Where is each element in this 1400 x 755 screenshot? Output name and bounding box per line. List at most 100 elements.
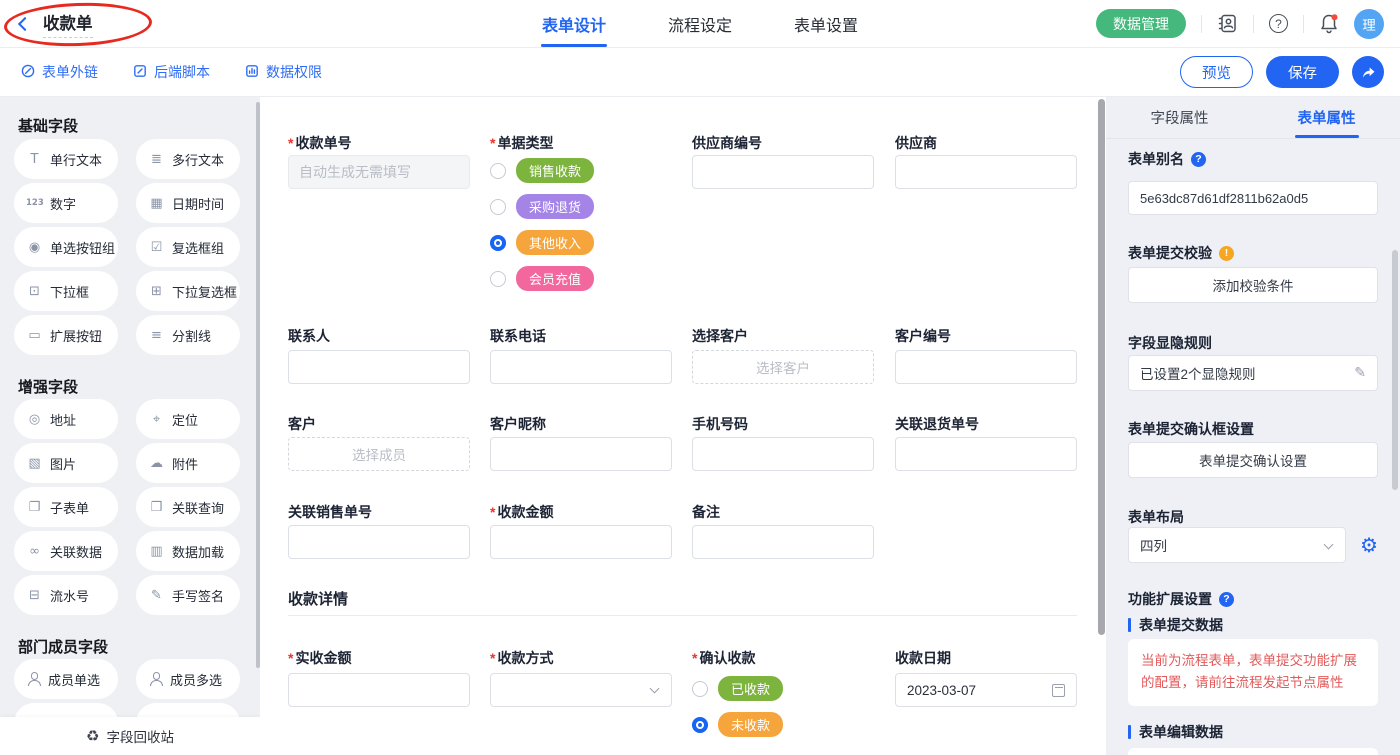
avatar[interactable]: 理	[1354, 9, 1384, 39]
sidebar-item-member-single[interactable]: 成员单选	[14, 659, 118, 699]
preview-button[interactable]: 预览	[1180, 56, 1253, 88]
sidebar-item-single-line-text[interactable]: T单行文本	[14, 139, 118, 179]
add-validation-button[interactable]: 添加校验条件	[1128, 267, 1378, 303]
supplier-input[interactable]	[895, 155, 1077, 189]
help-badge-icon[interactable]	[1191, 152, 1206, 167]
receipt-date-input[interactable]: 2023-03-07	[895, 673, 1077, 707]
gear-icon[interactable]	[1360, 533, 1378, 557]
sidebar-item-subform[interactable]: ❐子表单	[14, 487, 118, 527]
header: 收款单 表单设计 流程设定 表单设置 数据管理 理	[0, 0, 1400, 48]
sidebar-item-signature[interactable]: ✎手写签名	[136, 575, 240, 615]
data-permission-button[interactable]: 数据权限	[244, 62, 322, 82]
sidebar-item-serial-number[interactable]: ⊟流水号	[14, 575, 118, 615]
doc-type-option-other-income[interactable]: 其他收入	[490, 230, 672, 255]
sidebar-item-member-multi[interactable]: 成员多选	[136, 659, 240, 699]
divider-icon: ≡	[148, 328, 165, 343]
tab-form-settings[interactable]: 表单设置	[794, 0, 858, 47]
sidebar-item-number[interactable]: 123数字	[14, 183, 118, 223]
radio-selected-icon[interactable]	[490, 235, 506, 251]
multi-dropdown-icon: ⊞	[148, 284, 165, 299]
backend-script-icon	[132, 63, 148, 82]
chevron-down-icon	[650, 684, 660, 694]
confirm-receipt-radio-group: 已收款 未收款	[692, 676, 874, 737]
chevron-down-icon	[1324, 540, 1334, 550]
payment-method-select[interactable]	[490, 673, 672, 707]
share-button[interactable]	[1352, 56, 1384, 88]
help-badge-icon[interactable]	[1219, 592, 1234, 607]
radio-selected-icon[interactable]	[692, 717, 708, 733]
visibility-rules-box[interactable]: 已设置2个显隐规则	[1128, 355, 1378, 391]
sidebar-item-extend-button[interactable]: ▭扩展按钮	[14, 315, 118, 355]
customer-no-input[interactable]	[895, 350, 1077, 384]
confirm-option-not-received[interactable]: 未收款	[692, 712, 874, 737]
enhanced-fields-grid: ◎地址 ⌖定位 ▧图片 ☁附件 ❐子表单 ❒关联查询 ∞关联数据 ▥数据加载 ⊟…	[0, 399, 260, 615]
select-customer-picker[interactable]: 选择客户	[692, 350, 874, 384]
field-label-actual-amount: 实收金额	[288, 648, 470, 668]
save-button[interactable]: 保存	[1266, 56, 1339, 88]
address-book-icon[interactable]	[1217, 13, 1238, 34]
share-arrow-icon	[1361, 65, 1376, 80]
confirm-option-received[interactable]: 已收款	[692, 676, 874, 701]
radio-unselected-icon[interactable]	[692, 681, 708, 697]
sidebar-item-address[interactable]: ◎地址	[14, 399, 118, 439]
field-recycle-bin[interactable]: 字段回收站	[0, 717, 260, 755]
form-canvas: 收款单号 单据类型 销售收款 采购退货 其他收入 会员充值 供应商编号 供应商	[260, 97, 1106, 755]
sidebar-item-attachment[interactable]: ☁附件	[136, 443, 240, 483]
header-left: 收款单	[0, 0, 93, 47]
sidebar-item-divider-line[interactable]: ≡分割线	[136, 315, 240, 355]
edit-icon[interactable]	[1354, 365, 1366, 381]
form-layout-label: 表单布局	[1128, 507, 1184, 527]
related-sales-no-input[interactable]	[288, 525, 470, 559]
related-return-no-input[interactable]	[895, 437, 1077, 471]
actual-amount-input[interactable]	[288, 673, 470, 707]
sidebar-item-checkbox-group[interactable]: ☑复选框组	[136, 227, 240, 267]
visibility-rules-label-row: 字段显隐规则	[1128, 333, 1212, 353]
address-icon: ◎	[26, 412, 43, 427]
help-icon[interactable]	[1269, 14, 1288, 33]
mobile-input[interactable]	[692, 437, 874, 471]
tab-form-design[interactable]: 表单设计	[542, 0, 606, 47]
receipt-no-input[interactable]	[288, 155, 470, 189]
radio-unselected-icon[interactable]	[490, 163, 506, 179]
sidebar-item-multi-dropdown[interactable]: ⊞下拉复选框	[136, 271, 240, 311]
radio-unselected-icon[interactable]	[490, 271, 506, 287]
radio-unselected-icon[interactable]	[490, 199, 506, 215]
customer-nick-input[interactable]	[490, 437, 672, 471]
external-link-button[interactable]: 表单外链	[20, 62, 98, 82]
backend-script-button[interactable]: 后端脚本	[132, 62, 210, 82]
contact-phone-input[interactable]	[490, 350, 672, 384]
back-button[interactable]	[20, 19, 30, 29]
layout-select[interactable]: 四列	[1128, 527, 1346, 563]
submit-confirm-button[interactable]: 表单提交确认设置	[1128, 442, 1378, 478]
doc-type-option-sales[interactable]: 销售收款	[490, 158, 672, 183]
sidebar-item-data-load[interactable]: ▥数据加载	[136, 531, 240, 571]
customer-member-picker[interactable]: 选择成员	[288, 437, 470, 471]
notification-bell-icon[interactable]	[1319, 13, 1339, 35]
sidebar-item-dropdown[interactable]: ⊡下拉框	[14, 271, 118, 311]
form-alias-input[interactable]	[1128, 181, 1378, 215]
doc-type-option-purchase-return[interactable]: 采购退货	[490, 194, 672, 219]
tab-field-properties[interactable]: 字段属性	[1106, 97, 1253, 138]
tab-flow-settings[interactable]: 流程设定	[668, 0, 732, 47]
sidebar-item-linked-query[interactable]: ❒关联查询	[136, 487, 240, 527]
warning-badge-icon[interactable]	[1219, 246, 1234, 261]
panel-scrollbar[interactable]	[1392, 250, 1398, 490]
remark-input[interactable]	[692, 525, 874, 559]
sidebar-item-radio-group[interactable]: ◉单选按钮组	[14, 227, 118, 267]
layout-select-value: 四列	[1140, 535, 1167, 555]
tab-form-properties[interactable]: 表单属性	[1253, 97, 1400, 138]
amount-input[interactable]	[490, 525, 672, 559]
sidebar-item-linked-data[interactable]: ∞关联数据	[14, 531, 118, 571]
data-manage-button[interactable]: 数据管理	[1096, 9, 1186, 38]
field-label-payment-method: 收款方式	[490, 648, 672, 668]
supplier-no-input[interactable]	[692, 155, 874, 189]
number-icon: 123	[26, 198, 43, 208]
doc-type-option-member-recharge[interactable]: 会员充值	[490, 266, 672, 291]
nav-tabs: 表单设计 流程设定 表单设置	[542, 0, 858, 47]
contact-input[interactable]	[288, 350, 470, 384]
sidebar-item-image[interactable]: ▧图片	[14, 443, 118, 483]
sidebar-item-datetime[interactable]: ▦日期时间	[136, 183, 240, 223]
sidebar-item-multi-line-text[interactable]: ≣多行文本	[136, 139, 240, 179]
canvas-scrollbar[interactable]	[1098, 99, 1105, 635]
sidebar-item-location[interactable]: ⌖定位	[136, 399, 240, 439]
